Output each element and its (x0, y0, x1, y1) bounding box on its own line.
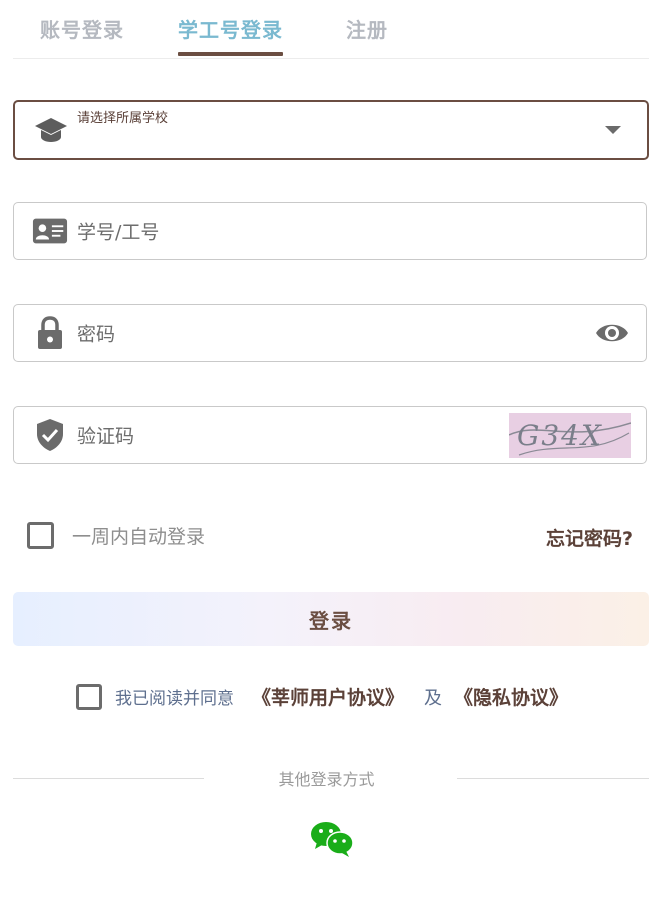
captcha-image[interactable]: G34X (509, 413, 631, 458)
password-placeholder: 密码 (77, 323, 116, 346)
remember-toggle[interactable]: 一周内自动登录 (27, 522, 205, 549)
agreement-row: 我已阅读并同意 《莘师用户协议》 及 《隐私协议》 (76, 683, 568, 710)
id-card-icon (32, 213, 68, 249)
lock-icon (32, 315, 68, 351)
tab-register[interactable]: 注册 (346, 14, 388, 43)
login-tabs: 账号登录 学工号登录 注册 (13, 0, 649, 59)
password-field[interactable]: 密码 (13, 304, 647, 362)
other-login-label: 其他登录方式 (278, 770, 375, 789)
shield-check-icon (32, 417, 68, 453)
privacy-policy-link[interactable]: 《隐私协议》 (454, 683, 568, 710)
school-select-label: 请选择所属学校 (77, 111, 169, 126)
school-select[interactable]: 请选择所属学校 (13, 100, 649, 160)
forgot-password-link[interactable]: 忘记密码? (546, 524, 633, 551)
active-tab-indicator (178, 52, 283, 56)
remember-label: 一周内自动登录 (72, 526, 206, 548)
student-id-placeholder: 学号/工号 (77, 221, 160, 244)
agreement-checkbox[interactable] (76, 683, 102, 710)
agreement-and: 及 (424, 687, 443, 709)
chevron-down-icon (605, 126, 621, 134)
captcha-text: G34X (517, 419, 603, 452)
login-button[interactable]: 登录 (13, 592, 649, 646)
wechat-icon[interactable] (309, 820, 355, 858)
agreement-prefix: 我已阅读并同意 (115, 689, 234, 709)
eye-icon[interactable] (594, 318, 630, 348)
student-id-field[interactable]: 学号/工号 (13, 202, 647, 260)
captcha-placeholder: 验证码 (77, 425, 135, 448)
tab-account-login[interactable]: 账号登录 (40, 14, 124, 43)
remember-checkbox[interactable] (27, 522, 54, 549)
tab-student-id-login[interactable]: 学工号登录 (178, 14, 283, 43)
graduation-cap-icon (33, 112, 69, 148)
user-agreement-link[interactable]: 《莘师用户协议》 (252, 683, 404, 710)
captcha-field[interactable]: 验证码 G34X (13, 406, 647, 464)
